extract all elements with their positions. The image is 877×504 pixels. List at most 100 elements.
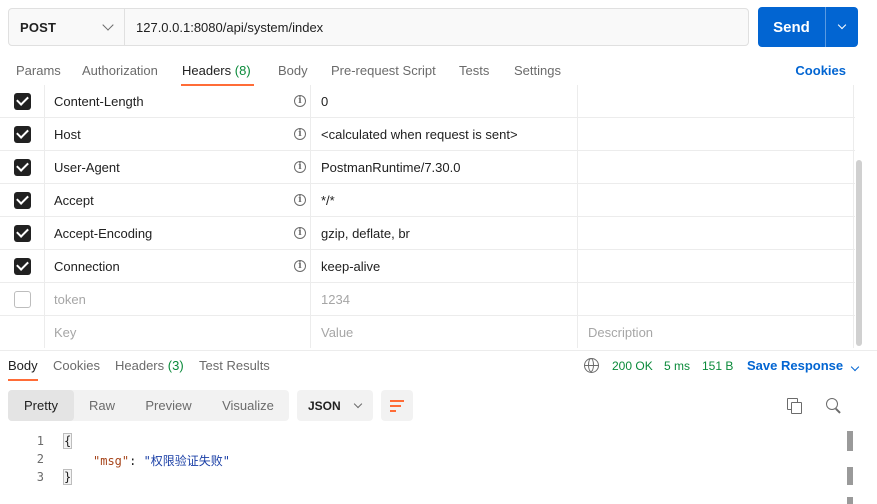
- cookies-link[interactable]: Cookies: [795, 63, 846, 78]
- table-row: Content-Length i 0: [0, 85, 855, 118]
- header-description[interactable]: [579, 184, 854, 216]
- response-time[interactable]: 5 ms: [664, 359, 690, 373]
- tab-tests[interactable]: Tests: [459, 63, 489, 78]
- status-code[interactable]: 200 OK: [612, 359, 653, 373]
- header-value[interactable]: PostmanRuntime/7.30.0: [312, 151, 578, 183]
- new-key-input[interactable]: Key: [45, 316, 311, 348]
- code-line: "msg": "权限验证失败": [93, 452, 230, 469]
- response-tab-cookies[interactable]: Cookies: [53, 358, 100, 373]
- header-description[interactable]: [579, 217, 854, 249]
- view-mode-preview[interactable]: Preview: [130, 390, 207, 421]
- header-key-text: Connection: [54, 258, 120, 274]
- tab-count: (3): [167, 358, 184, 373]
- info-icon[interactable]: i: [294, 194, 306, 206]
- save-response-button[interactable]: Save Response: [747, 358, 859, 373]
- header-key-text: Content-Length: [54, 93, 144, 109]
- search-icon[interactable]: [826, 398, 842, 414]
- response-size[interactable]: 151 B: [702, 359, 733, 373]
- url-input[interactable]: 127.0.0.1:8080/api/system/index: [125, 9, 748, 45]
- checkbox-icon[interactable]: [13, 158, 31, 176]
- header-description[interactable]: [579, 283, 854, 315]
- checkbox-icon[interactable]: [13, 92, 31, 110]
- header-key[interactable]: Content-Length i: [45, 85, 311, 117]
- send-button[interactable]: Send: [758, 7, 825, 47]
- header-description[interactable]: [579, 151, 854, 183]
- header-description[interactable]: [579, 85, 854, 117]
- tab-pre-request-script[interactable]: Pre-request Script: [331, 63, 436, 78]
- editor-scrollbar[interactable]: [847, 497, 853, 504]
- header-key-text: Accept-Encoding: [54, 225, 153, 241]
- request-bar: POST 127.0.0.1:8080/api/system/index: [8, 8, 749, 46]
- checkbox-icon[interactable]: [13, 257, 31, 275]
- send-options-button[interactable]: [826, 7, 858, 47]
- response-tab-body[interactable]: Body: [8, 358, 38, 373]
- header-value-text: 0: [321, 93, 329, 109]
- info-icon[interactable]: i: [294, 128, 306, 140]
- info-icon[interactable]: i: [294, 260, 306, 272]
- header-key-text: Host: [54, 126, 81, 142]
- checkbox-icon[interactable]: [13, 224, 31, 242]
- chevron-down-icon: [102, 19, 114, 31]
- info-icon[interactable]: i: [294, 95, 306, 107]
- tab-body[interactable]: Body: [278, 63, 308, 78]
- editor-scrollbar[interactable]: [847, 467, 853, 485]
- header-key-text: Accept: [54, 192, 94, 208]
- header-key[interactable]: Accept-Encoding i: [45, 217, 311, 249]
- line-number: 3: [36, 470, 44, 484]
- tab-settings[interactable]: Settings: [514, 63, 561, 78]
- save-response-label: Save Response: [747, 358, 844, 373]
- checkbox-icon[interactable]: [13, 290, 31, 308]
- view-mode-pretty[interactable]: Pretty: [8, 390, 74, 421]
- header-key[interactable]: Host i: [45, 118, 311, 150]
- view-mode-raw[interactable]: Raw: [74, 390, 130, 421]
- header-description[interactable]: [579, 118, 854, 150]
- response-body-editor[interactable]: 1 { 2 "msg": "权限验证失败" 3 }: [0, 430, 877, 504]
- header-key[interactable]: User-Agent i: [45, 151, 311, 183]
- tab-label: Body: [8, 358, 38, 373]
- header-value[interactable]: <calculated when request is sent>: [312, 118, 578, 150]
- header-value[interactable]: gzip, deflate, br: [312, 217, 578, 249]
- tab-params[interactable]: Params: [16, 63, 61, 78]
- header-value[interactable]: */*: [312, 184, 578, 216]
- checkbox-icon[interactable]: [13, 125, 31, 143]
- format-select[interactable]: JSON: [297, 390, 373, 421]
- info-icon[interactable]: i: [294, 161, 306, 173]
- tab-headers[interactable]: Headers (8): [182, 63, 251, 78]
- header-key-text: User-Agent: [54, 159, 120, 175]
- header-value-text: keep-alive: [321, 258, 381, 274]
- info-icon[interactable]: i: [294, 227, 306, 239]
- header-key[interactable]: Accept i: [45, 184, 311, 216]
- header-key[interactable]: Connection i: [45, 250, 311, 282]
- line-number: 1: [36, 434, 44, 448]
- json-value: "权限验证失败": [143, 454, 231, 468]
- tab-label: Body: [278, 63, 308, 78]
- new-value-input[interactable]: Value: [312, 316, 578, 348]
- response-tab-headers[interactable]: Headers (3): [115, 358, 184, 373]
- headers-table: Content-Length i 0 Host i <calculated when…: [0, 85, 855, 349]
- headers-scrollbar[interactable]: [856, 160, 862, 346]
- view-mode-visualize[interactable]: Visualize: [207, 390, 289, 421]
- divider: [0, 350, 877, 351]
- header-value[interactable]: keep-alive: [312, 250, 578, 282]
- tab-label: Test Results: [199, 358, 270, 373]
- response-tab-test-results[interactable]: Test Results: [199, 358, 270, 373]
- header-value[interactable]: 0: [312, 85, 578, 117]
- header-value-text: <calculated when request is sent>: [321, 126, 518, 142]
- method-select[interactable]: POST: [9, 9, 125, 45]
- globe-icon[interactable]: [584, 358, 599, 373]
- code-brace: }: [62, 469, 73, 485]
- editor-scrollbar[interactable]: [847, 431, 853, 451]
- new-description-input[interactable]: Description: [579, 316, 854, 348]
- copy-icon[interactable]: [787, 398, 802, 414]
- tab-authorization[interactable]: Authorization: [82, 63, 158, 78]
- new-header-row: Key Value Description: [0, 316, 855, 349]
- request-tabs: Params Authorization Headers (8) Body Pr…: [0, 56, 877, 88]
- wrap-lines-button[interactable]: [381, 390, 413, 421]
- tab-label: Headers: [182, 63, 232, 78]
- header-key[interactable]: token: [45, 283, 311, 315]
- header-description[interactable]: [579, 250, 854, 282]
- chevron-down-icon: [850, 362, 859, 372]
- header-value[interactable]: 1234: [312, 283, 578, 315]
- tab-label: Headers: [115, 358, 165, 373]
- checkbox-icon[interactable]: [13, 191, 31, 209]
